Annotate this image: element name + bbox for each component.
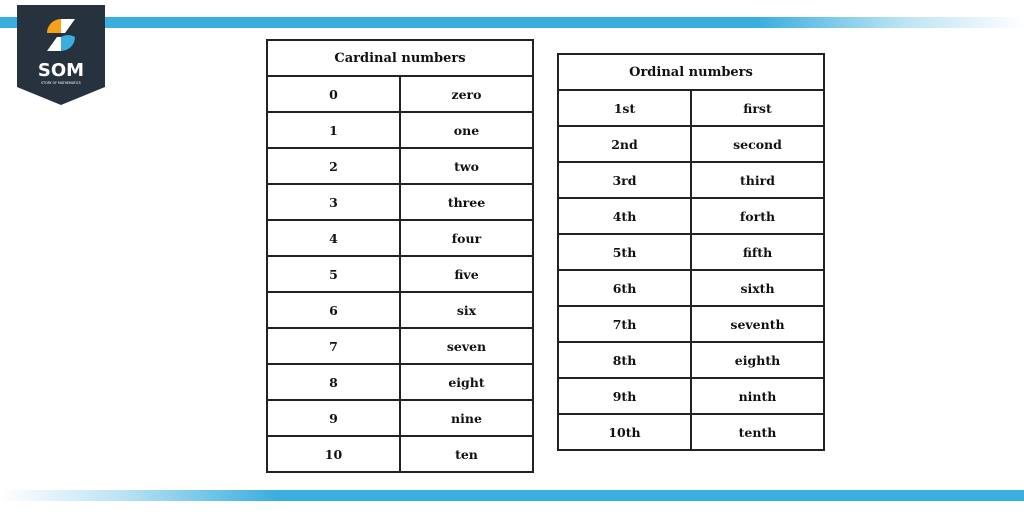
ordinal-word-cell: eighth <box>690 341 825 379</box>
ordinal-numeral-cell: 2nd <box>557 125 692 163</box>
cardinal-table-row: 10 ten <box>266 435 534 473</box>
cardinal-word-cell: four <box>399 219 534 257</box>
cardinal-table-title: Cardinal numbers <box>266 39 534 77</box>
cardinal-table-row: 4 four <box>266 219 534 257</box>
cardinal-word-cell: nine <box>399 399 534 437</box>
cardinal-word-cell: two <box>399 147 534 185</box>
cardinal-numeral-cell: 3 <box>266 183 401 221</box>
cardinal-word-cell: zero <box>399 75 534 113</box>
ordinal-numeral-cell: 7th <box>557 305 692 343</box>
cardinal-table-row: 3 three <box>266 183 534 221</box>
cardinal-table-row: 2 two <box>266 147 534 185</box>
cardinal-numeral-cell: 6 <box>266 291 401 329</box>
ordinal-table-row: 9th ninth <box>557 377 825 415</box>
cardinal-word-cell: seven <box>399 327 534 365</box>
ordinal-table-row: 10th tenth <box>557 413 825 451</box>
ordinal-table-row: 8th eighth <box>557 341 825 379</box>
ordinal-word-cell: first <box>690 89 825 127</box>
top-accent-bar <box>0 17 1024 28</box>
ordinal-numeral-cell: 4th <box>557 197 692 235</box>
cardinal-table-row: 9 nine <box>266 399 534 437</box>
logo-tagline: STORY OF MATHEMATICS <box>41 81 81 85</box>
ordinal-table-row: 3rd third <box>557 161 825 199</box>
cardinal-numeral-cell: 1 <box>266 111 401 149</box>
ordinal-word-cell: fifth <box>690 233 825 271</box>
cardinal-numeral-cell: 7 <box>266 327 401 365</box>
ordinal-word-cell: seventh <box>690 305 825 343</box>
bottom-accent-bar <box>0 490 1024 501</box>
ordinal-numeral-cell: 1st <box>557 89 692 127</box>
cardinal-numeral-cell: 0 <box>266 75 401 113</box>
ordinal-numeral-cell: 9th <box>557 377 692 415</box>
ordinal-numeral-cell: 6th <box>557 269 692 307</box>
cardinal-table-row: 7 seven <box>266 327 534 365</box>
cardinal-numeral-cell: 10 <box>266 435 401 473</box>
cardinal-table-row: 0 zero <box>266 75 534 113</box>
ordinal-table-row: 1st first <box>557 89 825 127</box>
cardinal-numeral-cell: 9 <box>266 399 401 437</box>
cardinal-numeral-cell: 4 <box>266 219 401 257</box>
ordinal-table-row: 2nd second <box>557 125 825 163</box>
ordinal-numeral-cell: 3rd <box>557 161 692 199</box>
cardinal-table-row: 6 six <box>266 291 534 329</box>
cardinal-table-row: 5 five <box>266 255 534 293</box>
cardinal-numeral-cell: 8 <box>266 363 401 401</box>
cardinal-table-row: 8 eight <box>266 363 534 401</box>
ordinal-numeral-cell: 10th <box>557 413 692 451</box>
ordinal-word-cell: forth <box>690 197 825 235</box>
cardinal-word-cell: three <box>399 183 534 221</box>
ordinal-table-row: 4th forth <box>557 197 825 235</box>
ordinal-numeral-cell: 8th <box>557 341 692 379</box>
ordinal-word-cell: sixth <box>690 269 825 307</box>
cardinal-word-cell: eight <box>399 363 534 401</box>
ordinal-word-cell: ninth <box>690 377 825 415</box>
cardinal-word-cell: six <box>399 291 534 329</box>
cardinal-word-cell: five <box>399 255 534 293</box>
logo-text: SOM <box>38 60 84 81</box>
ordinal-table-title: Ordinal numbers <box>557 53 825 91</box>
cardinal-word-cell: ten <box>399 435 534 473</box>
ordinal-numbers-table: Ordinal numbers 1st first 2nd second 3rd thir… <box>557 53 825 451</box>
som-logo: SOM STORY OF MATHEMATICS <box>17 5 105 105</box>
ordinal-table-row: 5th fifth <box>557 233 825 271</box>
ordinal-table-row: 7th seventh <box>557 305 825 343</box>
cardinal-numeral-cell: 5 <box>266 255 401 293</box>
cardinal-numbers-table: Cardinal numbers 0 zero 1 one 2 two 3 three 4 fou… <box>266 39 534 473</box>
cardinal-table-row: 1 one <box>266 111 534 149</box>
ordinal-numeral-cell: 5th <box>557 233 692 271</box>
ordinal-word-cell: third <box>690 161 825 199</box>
ordinal-table-row: 6th sixth <box>557 269 825 307</box>
cardinal-word-cell: one <box>399 111 534 149</box>
ordinal-word-cell: second <box>690 125 825 163</box>
cardinal-numeral-cell: 2 <box>266 147 401 185</box>
ordinal-word-cell: tenth <box>690 413 825 451</box>
